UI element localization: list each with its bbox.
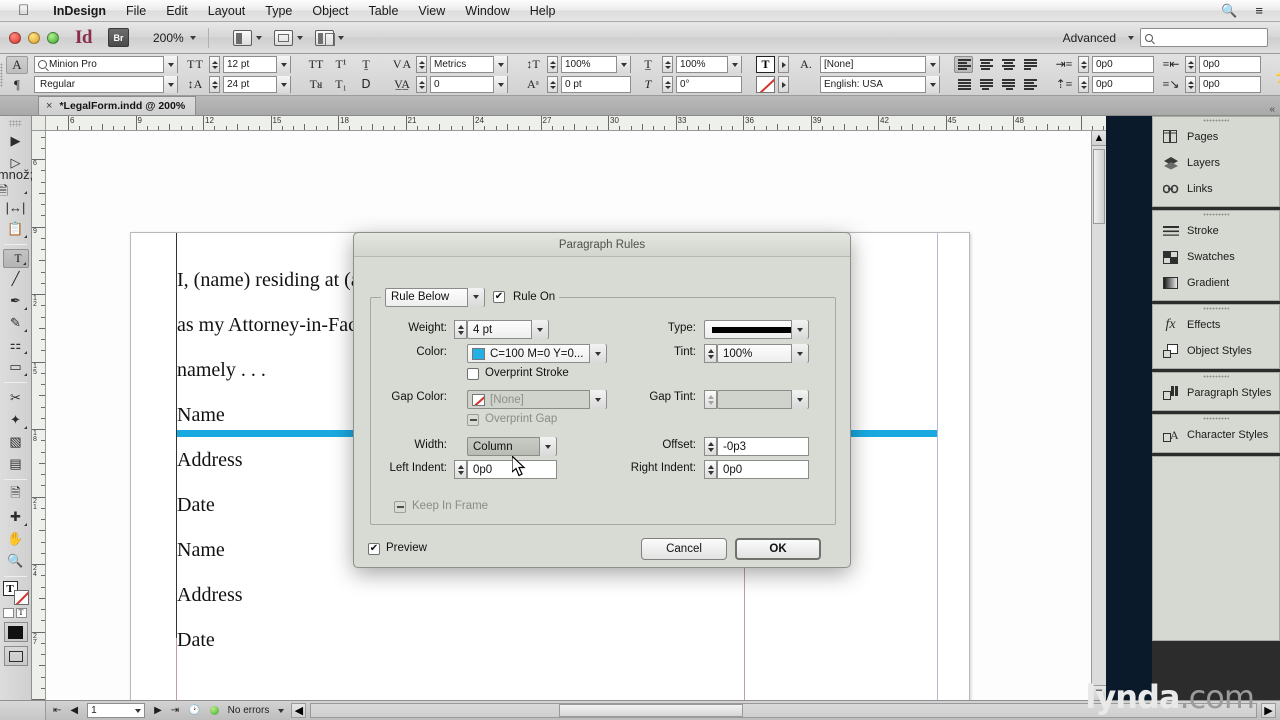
offset-value: -0p3 — [723, 440, 747, 453]
left-indent-value: 0p0 — [473, 463, 493, 476]
page-navigation: ⇤ ◀ 1 ▶ ⇥ 🕑 No errors — [46, 703, 291, 718]
width-select[interactable]: Column — [467, 437, 557, 456]
preflight-status-dot — [209, 706, 219, 715]
color-label: Color: — [416, 346, 447, 358]
right-indent-stepper[interactable] — [704, 460, 717, 479]
keep-in-frame-checkbox[interactable] — [394, 501, 406, 513]
tint-select[interactable]: 100% — [717, 344, 809, 363]
tint-value: 100% — [723, 347, 753, 360]
weight-stepper[interactable] — [454, 320, 467, 339]
weight-select[interactable]: 4 pt — [467, 320, 549, 339]
chevron-down-icon — [797, 351, 803, 356]
first-page-button[interactable]: ⇤ — [53, 705, 61, 716]
rule-fieldset: Rule Below ✔ Rule On Weight: 4 pt Type: … — [370, 287, 836, 525]
chevron-down-icon — [473, 295, 479, 299]
gap-tint-stepper[interactable] — [704, 390, 717, 409]
lynda-watermark: lynda.com — [1085, 678, 1255, 716]
preview-label: Preview — [386, 542, 427, 554]
offset-input[interactable]: -0p3 — [717, 437, 809, 456]
horizontal-scroll-thumb[interactable] — [559, 704, 744, 717]
left-indent-label: Left Indent: — [389, 462, 447, 474]
offset-stepper[interactable] — [704, 437, 717, 456]
last-page-button[interactable]: ⇥ — [171, 705, 179, 716]
chevron-down-icon[interactable] — [278, 708, 285, 713]
preflight-icon[interactable]: 🕑 — [188, 705, 200, 716]
gap-color-value: [None] — [490, 393, 524, 406]
indesign-window:  InDesign File Edit Layout Type Object … — [0, 0, 1280, 720]
dialog-overlay: Paragraph Rules Rule Below ✔ Rule On Wei… — [0, 0, 1280, 720]
tint-label: Tint: — [674, 346, 696, 358]
chevron-down-icon — [797, 327, 803, 332]
gap-color-select[interactable]: [None] — [467, 390, 607, 409]
status-bar-left-pad — [0, 701, 46, 720]
left-indent-stepper[interactable] — [454, 460, 467, 479]
keep-in-frame-label: Keep In Frame — [412, 500, 489, 512]
right-indent-label: Right Indent: — [630, 462, 696, 474]
watermark-rest: .com — [1179, 678, 1255, 716]
previous-page-button[interactable]: ◀ — [70, 705, 78, 716]
rule-on-label: Rule On — [513, 291, 556, 303]
preview-checkbox[interactable]: ✔ — [368, 543, 380, 555]
overprint-gap-checkbox[interactable] — [467, 414, 479, 426]
weight-label: Weight: — [408, 322, 447, 334]
overprint-stroke-label: Overprint Stroke — [485, 367, 569, 379]
tint-stepper[interactable] — [704, 344, 717, 363]
gap-color-label: Gap Color: — [391, 391, 447, 403]
right-indent-input[interactable]: 0p0 — [717, 460, 809, 479]
color-value: C=100 M=0 Y=0... — [490, 347, 584, 360]
chevron-down-icon — [595, 351, 601, 356]
chevron-down-icon — [797, 397, 803, 402]
color-select[interactable]: C=100 M=0 Y=0... — [467, 344, 607, 363]
weight-value: 4 pt — [473, 323, 493, 336]
right-indent-value: 0p0 — [723, 463, 743, 476]
width-value: Column — [473, 440, 513, 453]
rule-legend: Rule Below ✔ Rule On — [381, 287, 560, 307]
color-swatch-icon — [472, 347, 485, 360]
rule-position-select[interactable]: Rule Below — [385, 287, 485, 307]
mouse-cursor — [512, 456, 526, 477]
overprint-gap-label: Overprint Gap — [485, 413, 558, 425]
page-number-value: 1 — [91, 705, 97, 716]
watermark-bold: lynda — [1085, 678, 1180, 716]
cancel-button[interactable]: Cancel — [641, 538, 727, 560]
gap-tint-label: Gap Tint: — [649, 391, 696, 403]
scroll-left-button[interactable]: ◀ — [291, 703, 307, 718]
chevron-down-icon — [537, 327, 543, 332]
type-select[interactable] — [704, 320, 809, 339]
dialog-title: Paragraph Rules — [558, 238, 646, 251]
rule-position-value: Rule Below — [391, 291, 450, 303]
preflight-status-text: No errors — [227, 705, 270, 716]
next-page-button[interactable]: ▶ — [154, 705, 162, 716]
overprint-stroke-checkbox[interactable] — [467, 368, 479, 380]
none-swatch-icon — [472, 393, 485, 406]
page-number-field[interactable]: 1 — [87, 703, 146, 718]
gap-tint-select[interactable] — [717, 390, 809, 409]
ok-button[interactable]: OK — [735, 538, 821, 560]
dialog-title-bar[interactable]: Paragraph Rules — [354, 233, 850, 257]
chevron-down-icon — [135, 708, 142, 713]
width-label: Width: — [414, 439, 447, 451]
type-label: Type: — [667, 322, 696, 334]
offset-label: Offset: — [662, 439, 696, 451]
chevron-down-icon — [545, 444, 551, 449]
paragraph-rules-dialog[interactable]: Paragraph Rules Rule Below ✔ Rule On Wei… — [353, 232, 851, 568]
dialog-body: Rule Below ✔ Rule On Weight: 4 pt Type: … — [354, 257, 850, 560]
chevron-down-icon — [595, 397, 601, 402]
scroll-right-button[interactable]: ▶ — [1261, 703, 1276, 718]
rule-on-checkbox[interactable]: ✔ — [493, 291, 505, 303]
